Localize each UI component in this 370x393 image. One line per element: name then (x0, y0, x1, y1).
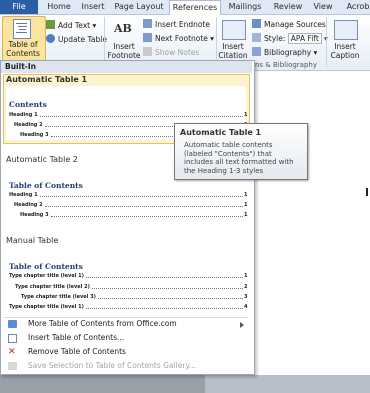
update-icon (46, 34, 55, 43)
toc-leader-dots (40, 196, 243, 197)
toc-preview-line: Heading 2 (14, 202, 43, 208)
toc-leader-dots (45, 206, 243, 207)
tab-review[interactable]: Review (272, 0, 304, 14)
toc-page-number: 1 (244, 212, 248, 218)
gallery-section-header: Built-In (1, 61, 252, 73)
tooltip-title: Automatic Table 1 (180, 128, 262, 137)
insert-footnote-button[interactable]: Insert Footnote (107, 42, 141, 60)
bibliography-icon (252, 47, 261, 56)
manage-sources-icon (252, 19, 261, 28)
toc-page-number: 2 (244, 284, 248, 290)
toc-page-number: 3 (244, 294, 248, 300)
toc-leader-dots (51, 136, 173, 137)
office-com-icon (8, 320, 17, 328)
gallery-item-title: Manual Table (6, 236, 59, 245)
toc-leader-dots (86, 308, 243, 309)
toc-leader-dots (98, 298, 243, 299)
table-of-contents-label: Table of Contents (6, 40, 40, 58)
update-table-button[interactable]: Update Table (46, 34, 107, 44)
remove-toc-icon: ✕ (8, 347, 16, 357)
toc-page-number: 1 (244, 112, 248, 118)
save-selection-menu-item[interactable]: Save Selection to Table of Contents Gall… (4, 360, 248, 372)
tab-view[interactable]: View (312, 0, 334, 14)
style-dropdown[interactable]: APA Fift (287, 33, 322, 44)
add-text-icon (46, 20, 55, 29)
next-footnote-icon (143, 33, 152, 42)
tab-insert[interactable]: Insert (78, 0, 108, 14)
style-icon (252, 33, 261, 42)
tab-page-layout[interactable]: Page Layout (114, 0, 164, 14)
tab-home[interactable]: Home (44, 0, 74, 14)
toc-page-number: 1 (244, 273, 248, 279)
toc-preview-line: Type chapter title (level 2) (15, 284, 90, 290)
toc-leader-dots (51, 216, 243, 217)
more-toc-office-com[interactable]: More Table of Contents from Office.com (4, 318, 248, 330)
insert-toc-icon (8, 334, 17, 343)
tab-references[interactable]: References (169, 0, 221, 16)
show-notes-icon (143, 47, 152, 56)
insert-citation-button[interactable]: Insert Citation (216, 42, 250, 60)
table-of-contents-icon (13, 19, 31, 39)
insert-caption-icon (334, 20, 358, 40)
gallery-item-title: Automatic Table 1 (6, 75, 88, 84)
toc-preview-line: Type chapter title (level 1) (9, 273, 84, 279)
save-selection-icon (8, 362, 17, 370)
toc-preview-line: Heading 2 (14, 122, 43, 128)
gallery-item-title: Automatic Table 2 (6, 155, 78, 164)
show-notes-button[interactable]: Show Notes (143, 47, 199, 57)
add-text-button[interactable]: Add Text ▾ (46, 20, 96, 30)
submenu-arrow-icon (240, 322, 244, 328)
manage-sources-button[interactable]: Manage Sources (252, 19, 326, 29)
tab-file[interactable]: File (0, 0, 38, 14)
tooltip-description: Automatic table contents (labeled "Conte… (184, 141, 294, 175)
toc-leader-dots (92, 288, 243, 289)
text-cursor (366, 188, 368, 196)
next-footnote-button[interactable]: Next Footnote ▾ (143, 33, 214, 43)
toc-preview-heading: Table of Contents (9, 262, 83, 271)
insert-caption-button[interactable]: Insert Caption (328, 42, 362, 60)
tab-mailings[interactable]: Mailings (226, 0, 264, 14)
toc-preview-line: Type chapter title (level 1) (9, 304, 84, 310)
ribbon-separator (326, 17, 327, 67)
bibliography-button[interactable]: Bibliography ▾ (252, 47, 317, 57)
toc-leader-dots (40, 116, 243, 117)
insert-endnote-button[interactable]: Insert Endnote (143, 19, 210, 29)
toc-preview-line: Heading 3 (20, 212, 49, 218)
document-page-edge (205, 375, 370, 393)
endnote-icon (143, 19, 152, 28)
insert-toc-menu-item[interactable]: Insert Table of Contents... (4, 332, 248, 344)
tooltip: Automatic Table 1 Automatic table conten… (174, 123, 308, 180)
toc-preview-line: Heading 1 (9, 192, 38, 198)
toc-preview-heading: Contents (9, 100, 47, 109)
tab-acrobat[interactable]: Acrob (346, 0, 370, 14)
style-selector[interactable]: Style: APA Fift ▾ (252, 33, 328, 44)
toc-preview-heading: Table of Contents (9, 181, 83, 190)
footnote-icon: AB (114, 22, 132, 35)
toc-preview-line: Type chapter title (level 3) (21, 294, 96, 300)
toc-preview-line: Heading 1 (9, 112, 38, 118)
citations-group-label: ns & Bibliography (255, 61, 317, 69)
toc-page-number: 4 (244, 304, 248, 310)
toc-leader-dots (86, 277, 243, 278)
toc-page-number: 1 (244, 192, 248, 198)
toc-page-number: 1 (244, 202, 248, 208)
insert-citation-icon (222, 20, 246, 40)
toc-preview-line: Heading 3 (20, 132, 49, 138)
remove-toc-menu-item[interactable]: ✕ Remove Table of Contents (4, 346, 248, 358)
